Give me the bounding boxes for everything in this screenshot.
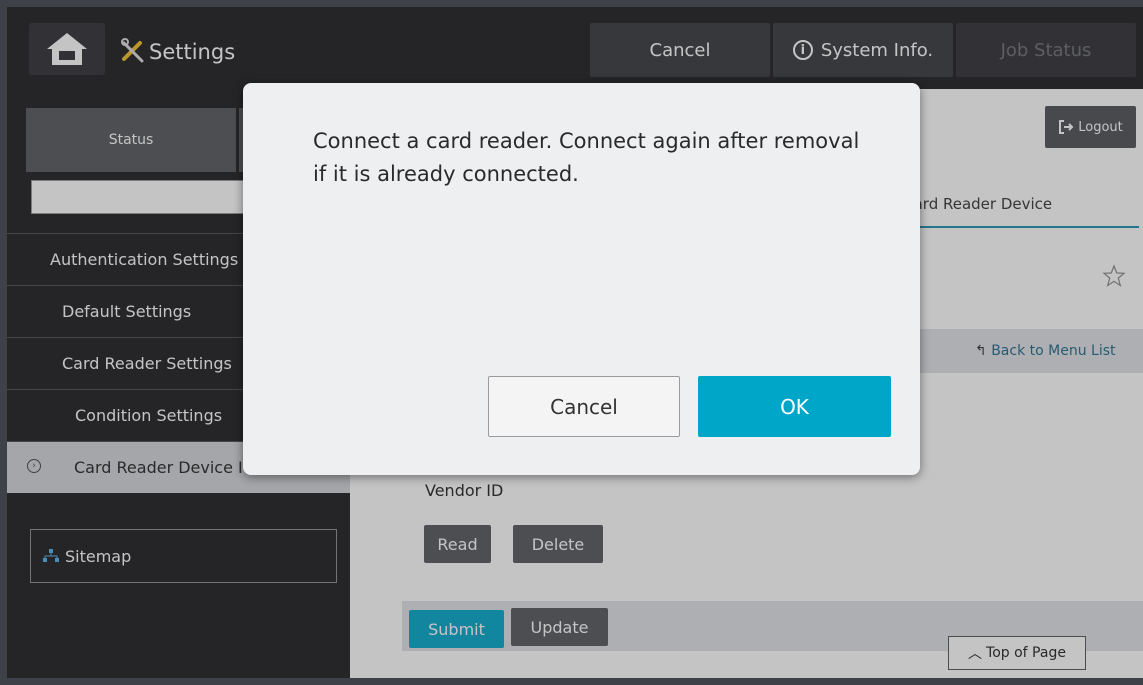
dialog-message: Connect a card reader. Connect again aft… bbox=[313, 129, 860, 186]
dialog-cancel-button[interactable]: Cancel bbox=[488, 376, 680, 437]
dialog-ok-label: OK bbox=[780, 394, 809, 419]
dialog-ok-button[interactable]: OK bbox=[698, 376, 891, 437]
connect-card-reader-dialog: Connect a card reader. Connect again aft… bbox=[243, 83, 920, 475]
dialog-cancel-label: Cancel bbox=[550, 394, 618, 419]
app-frame: Settings Cancel i System Info. Job Statu… bbox=[7, 7, 1143, 678]
